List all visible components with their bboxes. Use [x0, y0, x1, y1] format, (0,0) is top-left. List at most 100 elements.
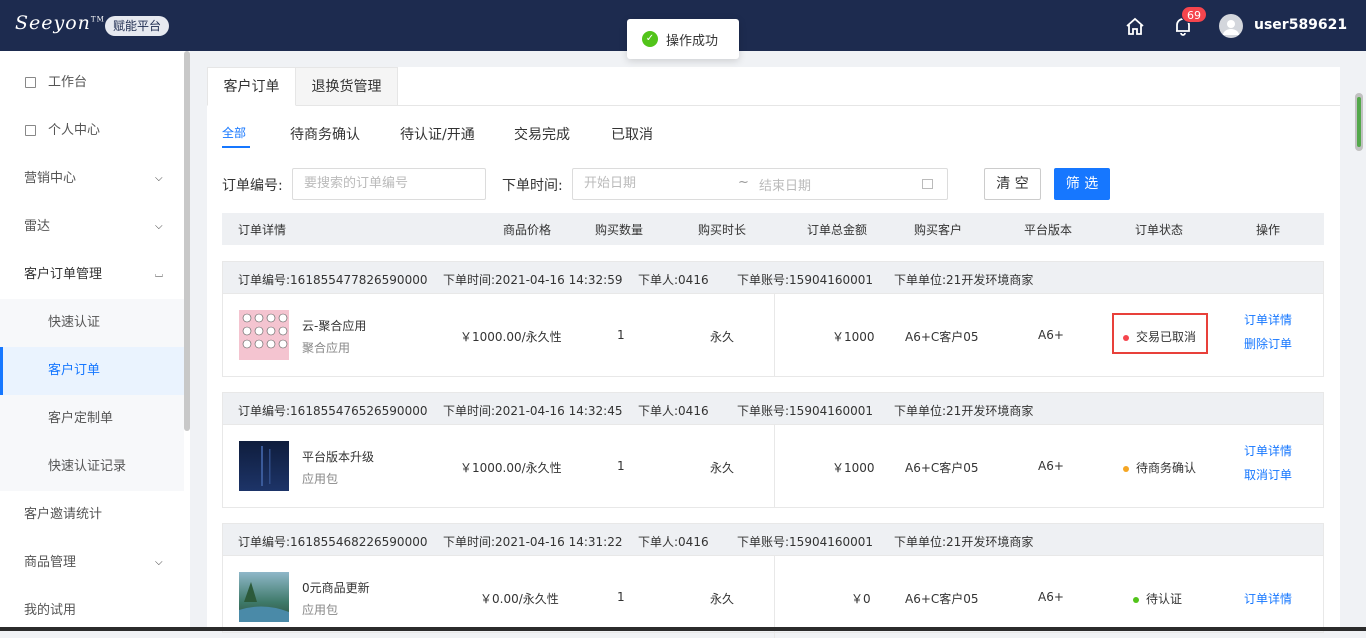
- status-label: 待商务确认: [1136, 461, 1197, 475]
- product-name: 云-聚合应用: [302, 319, 367, 333]
- order-body: 0元商品更新 应用包 ￥0.00/永久性 1 永久 ￥0 A6+C客户05 A6…: [223, 556, 1323, 638]
- product-type: 应用包: [302, 603, 339, 617]
- product-type: 聚合应用: [302, 341, 351, 355]
- sidebar-item-invite-stats[interactable]: 客户邀请统计: [0, 491, 184, 539]
- home-icon[interactable]: [1124, 15, 1146, 37]
- sidebar-item-marketing[interactable]: 营销中心 ⌵: [0, 155, 184, 203]
- customer: A6+C客户05: [905, 592, 979, 606]
- delete-order-link[interactable]: 删除订单: [1244, 335, 1292, 352]
- product-name: 0元商品更新: [302, 581, 370, 595]
- order-detail-link[interactable]: 订单详情: [1244, 590, 1292, 607]
- status-tab-all[interactable]: 全部: [222, 124, 246, 141]
- status-tab-pending-business[interactable]: 待商务确认: [290, 124, 360, 144]
- main-card: 客户订单 退换货管理 全部 待商务确认 待认证/开通 交易完成 已取消 订单编号…: [207, 67, 1340, 638]
- sidebar-item-radar[interactable]: 雷达 ⌵: [0, 203, 184, 251]
- chevron-down-icon: ⌵: [155, 557, 163, 568]
- sidebar-item-customer-orders[interactable]: 客户订单: [0, 347, 184, 395]
- order-person: 下单人:0416: [638, 535, 709, 549]
- end-date-input[interactable]: 结束日期: [759, 175, 811, 194]
- col-price: 商品价格: [503, 223, 552, 237]
- platform-version: A6+: [1038, 459, 1064, 473]
- seeyon-logo[interactable]: SeeyonTM: [15, 12, 105, 34]
- col-total: 订单总金额: [807, 223, 868, 237]
- col-duration: 购买时长: [698, 223, 747, 237]
- sidebar-item-order-management[interactable]: 客户订单管理 ⌴: [0, 251, 184, 299]
- order-account: 下单账号:15904160001: [737, 404, 874, 418]
- filter-button[interactable]: 筛 选: [1054, 168, 1110, 200]
- col-version: 平台版本: [1024, 223, 1073, 237]
- order-unit: 下单单位:21开发环境商家: [894, 535, 1034, 549]
- platform-version: A6+: [1038, 328, 1064, 342]
- product-price: ￥1000.00/永久性: [460, 461, 562, 475]
- order-time: 下单时间:2021-04-16 14:32:45: [443, 404, 623, 418]
- quantity: 1: [617, 590, 625, 604]
- sidebar-item-personal-center[interactable]: 个人中心: [0, 107, 184, 155]
- date-separator: ~: [738, 175, 749, 190]
- main-scrollbar-thumb[interactable]: [1357, 97, 1361, 147]
- order-person: 下单人:0416: [638, 273, 709, 287]
- sidebar-item-quick-auth[interactable]: 快速认证: [0, 299, 184, 347]
- status-tab-pending-auth[interactable]: 待认证/开通: [400, 124, 475, 144]
- order-detail-link[interactable]: 订单详情: [1244, 442, 1292, 459]
- duration: 永久: [710, 461, 735, 475]
- product-thumbnail: [239, 441, 289, 491]
- sidebar-item-label: 雷达: [24, 219, 51, 234]
- order-account: 下单账号:15904160001: [737, 535, 874, 549]
- active-tab-underline: [222, 146, 250, 148]
- workbench-icon: [25, 77, 36, 88]
- order-detail-link[interactable]: 订单详情: [1244, 311, 1292, 328]
- col-customer: 购买客户: [914, 223, 963, 237]
- order-header: 订单编号:161855468226590000 下单时间:2021-04-16 …: [223, 524, 1323, 556]
- order-status: 待认证: [1133, 590, 1182, 607]
- sidebar-item-label: 营销中心: [24, 171, 77, 186]
- order-row: 订单编号:161855476526590000 下单时间:2021-04-16 …: [222, 392, 1324, 508]
- status-label: 待认证: [1146, 592, 1183, 606]
- tab-customer-orders[interactable]: 客户订单: [207, 67, 296, 106]
- sidebar-item-workbench[interactable]: 工作台: [0, 59, 184, 107]
- chevron-down-icon: ⌵: [155, 173, 163, 184]
- sidebar-item-quick-auth-records[interactable]: 快速认证记录: [0, 443, 184, 491]
- sidebar-item-label: 个人中心: [48, 123, 101, 138]
- sidebar-item-custom-orders[interactable]: 客户定制单: [0, 395, 184, 443]
- sidebar-item-product-management[interactable]: 商品管理 ⌵: [0, 539, 184, 587]
- cancel-order-link[interactable]: 取消订单: [1244, 466, 1292, 483]
- calendar-icon[interactable]: [922, 179, 933, 189]
- status-tab-cancelled[interactable]: 已取消: [611, 124, 653, 144]
- toast-message: 操作成功: [666, 33, 719, 49]
- status-tab-completed[interactable]: 交易完成: [514, 124, 570, 144]
- order-account: 下单账号:15904160001: [737, 273, 874, 287]
- order-number: 订单编号:161855476526590000: [238, 404, 428, 418]
- status-dot: [1133, 596, 1139, 603]
- success-toast: ✓ 操作成功: [627, 19, 739, 59]
- order-time: 下单时间:2021-04-16 14:31:22: [443, 535, 623, 549]
- col-status: 订单状态: [1135, 223, 1184, 237]
- order-time-label: 下单时间:: [502, 178, 563, 194]
- quantity: 1: [617, 459, 625, 473]
- col-quantity: 购买数量: [595, 223, 644, 237]
- order-total: ￥0: [851, 592, 871, 606]
- order-status: 待商务确认: [1123, 459, 1196, 476]
- logo-text: Seeyon: [15, 12, 91, 34]
- order-total: ￥1000: [832, 461, 875, 475]
- sidebar-scrollbar[interactable]: [184, 51, 190, 431]
- product-thumbnail: [239, 310, 289, 360]
- order-header: 订单编号:161855476526590000 下单时间:2021-04-16 …: [223, 393, 1323, 425]
- username[interactable]: user589621: [1254, 17, 1347, 33]
- tab-returns[interactable]: 退换货管理: [296, 67, 398, 106]
- divider: [774, 425, 775, 507]
- divider: [774, 294, 775, 376]
- order-person: 下单人:0416: [638, 404, 709, 418]
- sidebar-item-my-trials[interactable]: 我的试用: [0, 587, 184, 631]
- order-no-input[interactable]: 要搜索的订单编号: [292, 168, 486, 200]
- platform-version: A6+: [1038, 590, 1064, 604]
- logo-tm: TM: [90, 15, 105, 24]
- customer: A6+C客户05: [905, 330, 979, 344]
- sidebar-item-label: 客户邀请统计: [24, 507, 103, 522]
- order-body: 云-聚合应用 聚合应用 ￥1000.00/永久性 1 永久 ￥1000 A6+C…: [223, 294, 1323, 376]
- avatar[interactable]: [1219, 14, 1243, 38]
- clear-button[interactable]: 清 空: [984, 168, 1041, 200]
- notification-badge: 69: [1181, 6, 1207, 23]
- sidebar-item-label: 快速认证记录: [48, 459, 127, 474]
- chevron-down-icon[interactable]: ⌄: [1339, 19, 1348, 32]
- order-row: 订单编号:161855468226590000 下单时间:2021-04-16 …: [222, 523, 1324, 638]
